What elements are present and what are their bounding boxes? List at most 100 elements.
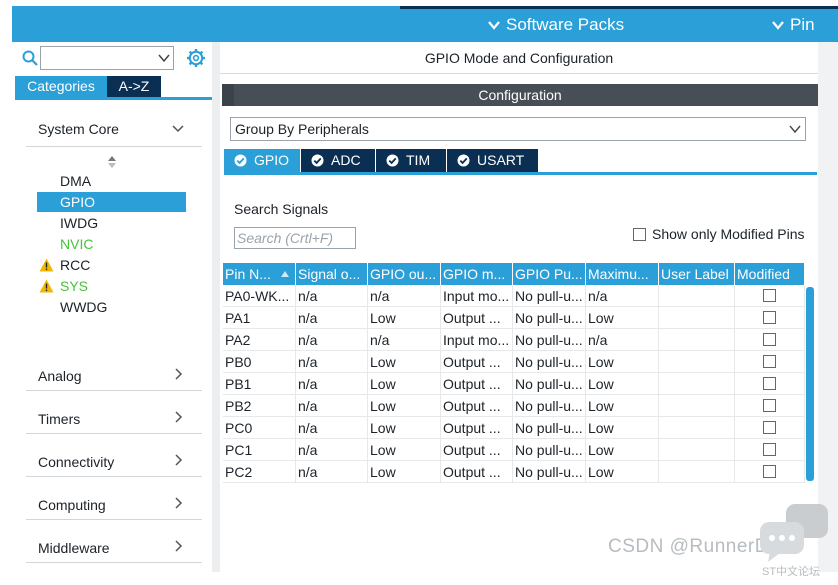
tab-categories[interactable]: Categories bbox=[15, 76, 107, 97]
column-header-gpio-mode[interactable]: GPIO m... bbox=[441, 263, 513, 285]
table-cell: Output ... bbox=[441, 417, 513, 439]
table-cell: Low bbox=[586, 439, 659, 461]
divider bbox=[26, 433, 202, 434]
peripheral-label: IWDG bbox=[60, 215, 99, 231]
tab-tim[interactable]: TIM bbox=[376, 149, 446, 172]
group-by-select[interactable]: Group By Peripherals bbox=[230, 117, 806, 141]
table-cell: Low bbox=[368, 439, 441, 461]
column-header-modified[interactable]: Modified bbox=[735, 263, 805, 285]
check-circle-icon bbox=[234, 154, 247, 167]
tab-label: ADC bbox=[331, 152, 361, 168]
chevron-right-icon[interactable] bbox=[172, 497, 184, 509]
table-cell: Input mo... bbox=[441, 329, 513, 351]
peripheral-nvic[interactable]: NVIC bbox=[37, 234, 186, 254]
table-row[interactable]: PB2 n/a Low Output ... No pull-u... Low bbox=[223, 395, 805, 417]
category-timers[interactable]: Timers bbox=[38, 411, 80, 427]
table-cell: No pull-u... bbox=[513, 351, 586, 373]
table-scrollbar[interactable] bbox=[806, 287, 814, 481]
divider bbox=[26, 390, 202, 391]
peripheral-iwdg[interactable]: IWDG bbox=[37, 213, 186, 233]
table-header: Pin N... Signal o... GPIO ou... GPIO m..… bbox=[223, 263, 805, 285]
chevron-right-icon[interactable] bbox=[172, 540, 184, 552]
table-row[interactable]: PC2 n/a Low Output ... No pull-u... Low bbox=[223, 461, 805, 483]
modified-checkbox[interactable] bbox=[763, 355, 776, 368]
show-modified-checkbox[interactable] bbox=[633, 228, 646, 241]
software-packs-menu[interactable]: Software Packs bbox=[488, 15, 624, 35]
gear-icon[interactable] bbox=[186, 48, 206, 68]
search-signals-input[interactable]: Search (Crtl+F) bbox=[234, 227, 356, 249]
peripheral-sys[interactable]: SYS bbox=[37, 276, 186, 296]
table-row[interactable]: PA1 n/a Low Output ... No pull-u... Low bbox=[223, 307, 805, 329]
check-circle-icon bbox=[386, 154, 399, 167]
tab-label: GPIO bbox=[254, 152, 290, 168]
chevron-right-icon[interactable] bbox=[172, 368, 184, 380]
table-cell: n/a bbox=[296, 351, 368, 373]
chevron-right-icon[interactable] bbox=[172, 454, 184, 466]
table-cell: PC1 bbox=[223, 439, 296, 461]
table-cell: No pull-u... bbox=[513, 329, 586, 351]
panel-splitter[interactable] bbox=[212, 42, 220, 572]
search-icon[interactable] bbox=[22, 50, 38, 66]
modified-checkbox[interactable] bbox=[763, 465, 776, 478]
table-cell bbox=[735, 417, 805, 439]
table-cell: Low bbox=[368, 417, 441, 439]
modified-checkbox[interactable] bbox=[763, 399, 776, 412]
tab-usart[interactable]: USART bbox=[447, 149, 538, 172]
pinout-label: Pin bbox=[790, 15, 815, 34]
table-cell: n/a bbox=[296, 461, 368, 483]
table-row[interactable]: PC0 n/a Low Output ... No pull-u... Low bbox=[223, 417, 805, 439]
table-row[interactable]: PA2 n/a n/a Input mo... No pull-u... n/a bbox=[223, 329, 805, 351]
tab-a-z[interactable]: A->Z bbox=[107, 76, 161, 97]
table-cell: Output ... bbox=[441, 373, 513, 395]
right-side-strip bbox=[818, 42, 838, 572]
modified-checkbox[interactable] bbox=[763, 333, 776, 346]
table-row[interactable]: PB1 n/a Low Output ... No pull-u... Low bbox=[223, 373, 805, 395]
modified-checkbox[interactable] bbox=[763, 421, 776, 434]
modified-checkbox[interactable] bbox=[763, 377, 776, 390]
tab-gpio[interactable]: GPIO bbox=[224, 149, 300, 172]
column-header-user-label[interactable]: User Label bbox=[659, 263, 735, 285]
category-connectivity[interactable]: Connectivity bbox=[38, 454, 114, 470]
table-cell: PB1 bbox=[223, 373, 296, 395]
configuration-header-edge bbox=[222, 84, 234, 106]
peripheral-rcc[interactable]: RCC bbox=[37, 255, 186, 275]
table-cell: Output ... bbox=[441, 351, 513, 373]
chevron-right-icon[interactable] bbox=[172, 411, 184, 423]
pinout-menu[interactable]: Pin bbox=[772, 15, 815, 35]
tab-adc[interactable]: ADC bbox=[301, 149, 375, 172]
chevron-down-icon[interactable] bbox=[172, 122, 184, 134]
table-row[interactable]: PA0-WK... n/a n/a Input mo... No pull-u... n/… bbox=[223, 285, 805, 307]
column-header-signal[interactable]: Signal o... bbox=[296, 263, 368, 285]
table-cell: No pull-u... bbox=[513, 307, 586, 329]
chevron-down-icon[interactable] bbox=[158, 53, 170, 63]
table-cell bbox=[659, 439, 735, 461]
peripheral-label: RCC bbox=[60, 257, 91, 273]
category-analog[interactable]: Analog bbox=[38, 368, 82, 384]
category-middleware[interactable]: Middleware bbox=[38, 540, 110, 556]
table-cell: n/a bbox=[296, 395, 368, 417]
peripheral-dma[interactable]: DMA bbox=[37, 171, 186, 191]
forum-logo-icon bbox=[760, 504, 828, 562]
category-computing[interactable]: Computing bbox=[38, 497, 106, 513]
modified-checkbox[interactable] bbox=[763, 443, 776, 456]
column-header-gpio-pull[interactable]: GPIO Pu... bbox=[513, 263, 586, 285]
table-cell: n/a bbox=[296, 285, 368, 307]
modified-checkbox[interactable] bbox=[763, 289, 776, 302]
tab-label: TIM bbox=[406, 152, 431, 168]
table-row[interactable]: PC1 n/a Low Output ... No pull-u... Low bbox=[223, 439, 805, 461]
sort-icon[interactable] bbox=[107, 156, 117, 168]
peripheral-gpio[interactable]: GPIO bbox=[37, 192, 186, 212]
category-search-input[interactable] bbox=[40, 46, 174, 70]
column-header-gpio-output[interactable]: GPIO ou... bbox=[368, 263, 441, 285]
category-system-core[interactable]: System Core bbox=[38, 121, 119, 137]
table-cell: PA1 bbox=[223, 307, 296, 329]
table-cell bbox=[735, 461, 805, 483]
modified-checkbox[interactable] bbox=[763, 311, 776, 324]
table-row[interactable]: PB0 n/a Low Output ... No pull-u... Low bbox=[223, 351, 805, 373]
sort-ascending-icon bbox=[281, 271, 289, 277]
column-header-max-speed[interactable]: Maximu... bbox=[586, 263, 659, 285]
tab-label: USART bbox=[477, 152, 525, 168]
column-header-pin-name[interactable]: Pin N... bbox=[223, 263, 296, 285]
table-cell bbox=[735, 285, 805, 307]
peripheral-wwdg[interactable]: WWDG bbox=[37, 297, 186, 317]
